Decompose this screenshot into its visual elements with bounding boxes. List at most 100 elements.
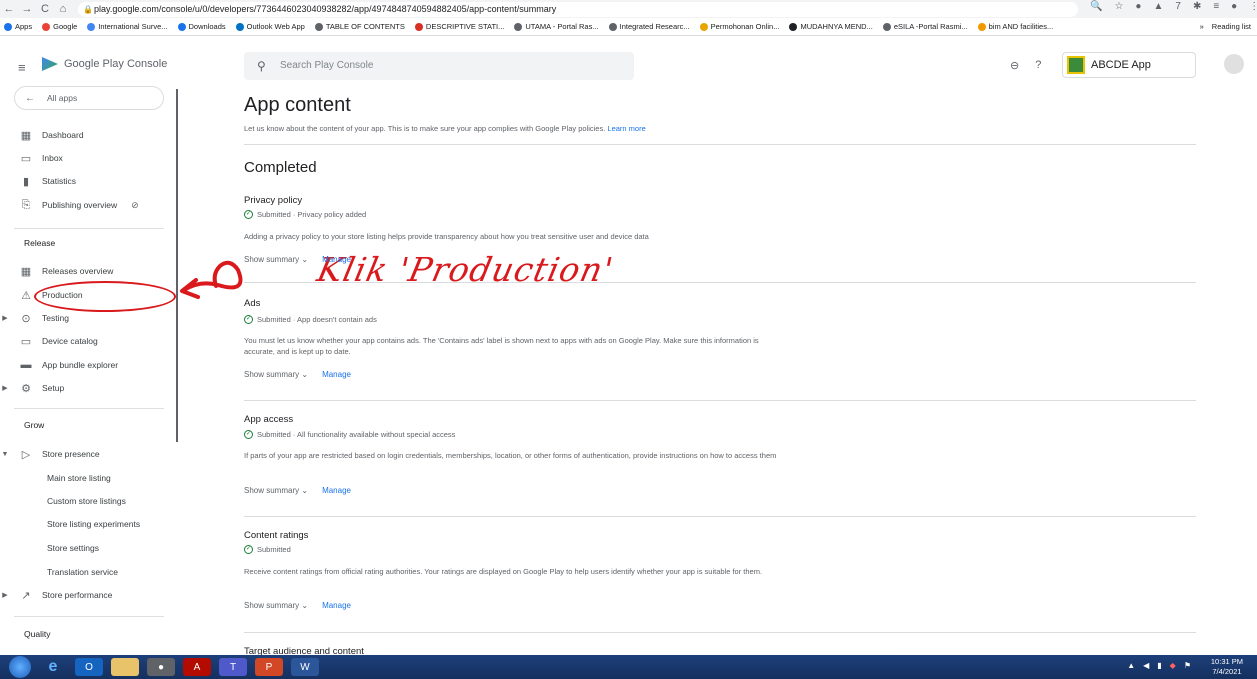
more-icon[interactable]: ⋮	[1249, 1, 1257, 12]
section-actions: Show summary ⌄ Manage	[244, 601, 351, 610]
menu-icon[interactable]: ≡	[18, 60, 26, 75]
section-title: Privacy policy	[244, 195, 303, 206]
expand-arrow-icon[interactable]: ▶	[0, 384, 10, 392]
sidebar-item-setup[interactable]: ▶ ⚙ Setup	[0, 377, 176, 399]
help-icon[interactable]: ?	[1035, 59, 1041, 72]
search-icon: ⚲	[257, 59, 266, 73]
sidebar-subitem-main-store-listing[interactable]: Main store listing	[47, 473, 111, 483]
bookmark[interactable]: International Surve...	[87, 22, 168, 31]
sidebar-item-app-bundle-explorer[interactable]: ▬ App bundle explorer	[0, 354, 176, 376]
sidebar-item-releases-overview[interactable]: ▦ Releases overview	[0, 260, 176, 282]
bookmark[interactable]: MUDAHNYA MEND...	[789, 22, 873, 31]
sidebar-item-dashboard[interactable]: ▦ Dashboard	[0, 124, 176, 146]
status-badge: ✓ Submitted · All functionality available…	[244, 430, 456, 439]
powerpoint-icon[interactable]: P	[255, 658, 283, 676]
sidebar-item-publishing-overview[interactable]: ⎘ Publishing overview ⊘	[0, 194, 176, 216]
extension-icon[interactable]: ▲	[1153, 1, 1163, 12]
show-summary-button[interactable]: Show summary ⌄	[244, 255, 308, 264]
check-icon: ✓	[244, 545, 253, 554]
forward-icon[interactable]: →	[18, 3, 36, 15]
bookmark[interactable]: Permohonan Onlin...	[699, 22, 779, 31]
network-icon[interactable]: ▮	[1157, 661, 1161, 670]
word-icon[interactable]: W	[291, 658, 319, 676]
url-bar[interactable]: 🔒 play.google.com/console/u/0/developers…	[78, 2, 1078, 17]
profile-icon[interactable]: ●	[1231, 1, 1237, 12]
learn-more-link[interactable]: Learn more	[607, 124, 645, 133]
acrobat-icon[interactable]: A	[183, 658, 211, 676]
divider	[244, 282, 1196, 283]
tray-expand-icon[interactable]: ▲	[1127, 661, 1135, 670]
ie-icon[interactable]: e	[39, 658, 67, 676]
expand-arrow-icon[interactable]: ▶	[0, 591, 10, 599]
browser-chrome: ← → C ⌂ 🔒 play.google.com/console/u/0/de…	[0, 0, 1257, 36]
manage-link[interactable]: Manage	[322, 601, 351, 610]
sidebar-item-statistics[interactable]: ▮ Statistics	[0, 170, 176, 192]
sidebar-subitem-custom-store-listings[interactable]: Custom store listings	[47, 496, 126, 506]
zoom-icon[interactable]: 🔍	[1090, 1, 1102, 12]
bookmark[interactable]: bim AND facilities...	[977, 22, 1053, 31]
bookmark[interactable]: Google	[42, 22, 77, 31]
device-icon: ▭	[20, 335, 32, 348]
back-icon[interactable]: ←	[0, 3, 18, 15]
sidebar-subitem-store-settings[interactable]: Store settings	[47, 543, 99, 553]
teams-icon[interactable]: T	[219, 658, 247, 676]
arrow-left-icon: ←	[25, 93, 35, 104]
lock-icon: 🔒	[83, 5, 93, 14]
show-summary-button[interactable]: Show summary ⌄	[244, 486, 308, 495]
extension-icon[interactable]: ●	[1135, 1, 1141, 12]
bookmark[interactable]: DESCRIPTIVE STATI...	[414, 22, 504, 31]
divider	[244, 632, 1196, 633]
bookmark[interactable]: Integrated Researc...	[608, 22, 690, 31]
security-icon[interactable]: ◆	[1170, 661, 1176, 670]
show-summary-button[interactable]: Show summary ⌄	[244, 370, 308, 379]
divider	[244, 516, 1196, 517]
reading-list-button[interactable]: Reading list	[1212, 22, 1251, 31]
search-input[interactable]: ⚲ Search Play Console	[244, 52, 634, 80]
check-icon: ✓	[244, 315, 253, 324]
divider	[244, 144, 1196, 145]
bookmark[interactable]: Downloads	[177, 22, 226, 31]
sidebar-item-store-performance[interactable]: ▶ ↗ Store performance	[0, 584, 176, 606]
sidebar-item-inbox[interactable]: ▭ Inbox	[0, 147, 176, 169]
section-description: You must let us know whether your app co…	[244, 336, 759, 356]
show-summary-button[interactable]: Show summary ⌄	[244, 601, 308, 610]
sidebar-item-device-catalog[interactable]: ▭ Device catalog	[0, 330, 176, 352]
explorer-icon[interactable]	[111, 658, 139, 676]
dashboard-icon: ▦	[20, 129, 32, 142]
bookmark[interactable]: Outlook Web App	[235, 22, 305, 31]
bookmark[interactable]: eSILA -Portal Rasmi...	[882, 22, 968, 31]
home-icon[interactable]: ⌂	[54, 3, 72, 15]
start-button[interactable]	[9, 656, 31, 678]
link-icon[interactable]: ⊖	[1010, 59, 1019, 72]
bookmark[interactable]: UTAMA - Portal Ras...	[514, 22, 599, 31]
bookmark[interactable]: Apps	[4, 22, 32, 31]
app-selector[interactable]: ABCDE App	[1062, 52, 1196, 78]
avatar[interactable]	[1224, 54, 1244, 74]
sidebar-subitem-store-listing-experiments[interactable]: Store listing experiments	[47, 519, 140, 529]
expand-arrow-icon[interactable]: ▶	[0, 314, 10, 322]
play-console-logo[interactable]: Google Play Console	[42, 57, 167, 71]
manage-link[interactable]: Manage	[322, 370, 351, 379]
flag-icon[interactable]: ⚑	[1184, 661, 1191, 670]
manage-link[interactable]: Manage	[322, 255, 351, 264]
bookmark[interactable]: TABLE OF CONTENTS	[314, 22, 405, 31]
gear-icon: ⚙	[21, 382, 31, 395]
status-badge: ✓ Submitted · App doesn't contain ads	[244, 315, 377, 324]
media-icon[interactable]: ≡	[1213, 1, 1219, 12]
taskbar-clock[interactable]: 10:31 PM 7/4/2021	[1211, 657, 1243, 677]
reload-icon[interactable]: C	[36, 3, 54, 15]
all-apps-button[interactable]: ← All apps	[14, 86, 164, 110]
more-bookmarks-icon[interactable]: »	[1200, 22, 1204, 31]
section-description: If parts of your app are restricted base…	[244, 451, 777, 460]
outlook-icon[interactable]: O	[75, 658, 103, 676]
manage-link[interactable]: Manage	[322, 486, 351, 495]
collapse-arrow-icon[interactable]: ▼	[0, 451, 10, 458]
chrome-icon[interactable]: ●	[147, 658, 175, 676]
puzzle-icon[interactable]: ✱	[1193, 1, 1201, 12]
extension-icon[interactable]: 7	[1175, 1, 1181, 12]
sidebar-item-store-presence[interactable]: ▼ ▷ Store presence	[0, 443, 176, 465]
star-icon[interactable]: ☆	[1114, 1, 1123, 12]
sidebar-subitem-translation-service[interactable]: Translation service	[47, 567, 118, 577]
volume-icon[interactable]: ◀	[1143, 661, 1149, 670]
system-tray: ▲ ◀ ▮ ◆ ⚑	[1127, 661, 1191, 670]
